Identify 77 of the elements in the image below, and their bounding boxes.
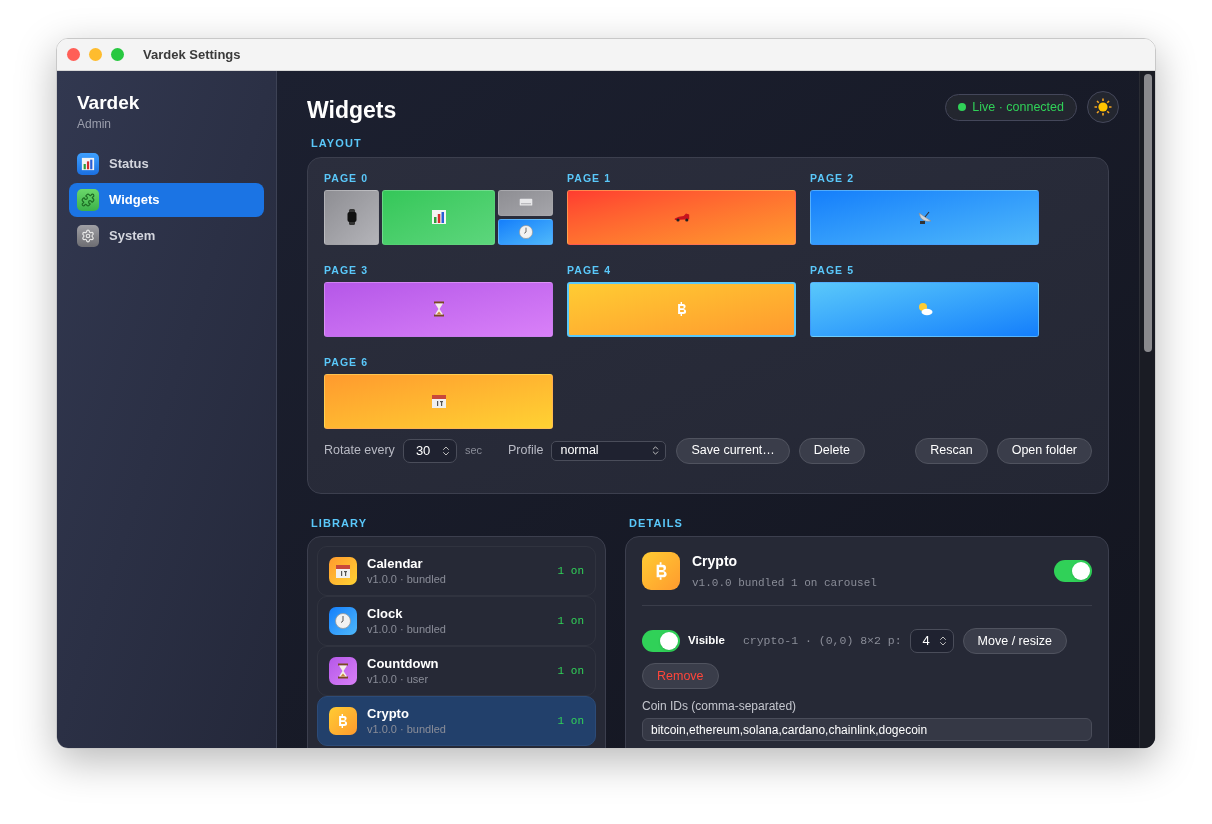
page-label: PAGE 5 <box>810 263 856 277</box>
profile-select[interactable]: normal <box>551 440 667 461</box>
instance-count: 1 on <box>557 613 584 629</box>
bar-chart-icon <box>430 209 447 225</box>
theme-toggle-button[interactable] <box>1087 91 1119 123</box>
profile-label: Profile <box>508 442 544 460</box>
app-name: Vardek <box>76 91 141 115</box>
library-item[interactable]: Calendar v1.0.0 · bundled 1 on <box>317 546 596 596</box>
bitcoin-icon <box>654 561 668 582</box>
widget-meta: v1.0.0 bundled 1 on carousel <box>692 576 878 591</box>
widget-meta: v1.0.0 · bundled <box>367 572 447 586</box>
gear-icon <box>77 225 99 247</box>
widget-name: Crypto <box>692 552 739 571</box>
instance-count: 1 on <box>557 713 584 729</box>
library-item[interactable]: Crypto v1.0.0 · bundled 1 on <box>317 696 596 746</box>
instance-count: 1 on <box>557 563 584 579</box>
widget-meta: v1.0.0 · bundled <box>367 722 447 736</box>
widget-name: Countdown <box>367 656 440 672</box>
connection-status: Live · connected <box>945 93 1077 121</box>
action-button[interactable]: Save current… <box>676 437 790 464</box>
widget-name: Calendar <box>367 556 424 572</box>
sun-icon <box>1094 98 1112 116</box>
unit-label: sec <box>464 443 482 459</box>
window-title: Vardek Settings <box>143 45 241 64</box>
user-role: Admin <box>76 116 112 133</box>
bitcoin-icon <box>337 713 349 729</box>
close-button[interactable] <box>67 48 80 61</box>
widget-tile[interactable] <box>567 281 796 337</box>
sidebar-item[interactable]: Widgets <box>69 183 264 217</box>
calendar-icon <box>430 393 447 409</box>
race-car-icon <box>673 212 690 222</box>
puzzle-icon <box>77 189 99 211</box>
widget-meta: v1.0.0 · bundled <box>367 622 447 636</box>
sidebar-item[interactable]: Status <box>69 147 264 181</box>
instance-info: crypto-1 · (0,0) 8×2 p: <box>742 633 902 650</box>
scrollbar[interactable] <box>1139 71 1155 748</box>
sidebar-item-label: System <box>109 227 156 246</box>
page-title: Widgets <box>307 95 397 125</box>
widget-name: Crypto <box>367 706 410 722</box>
bitcoin-icon <box>675 301 688 317</box>
sidebar-item-label: Status <box>109 155 149 174</box>
page-label: PAGE 6 <box>324 355 370 369</box>
widget-name: Clock <box>367 606 404 622</box>
section-heading: LIBRARY <box>311 515 369 531</box>
section-heading: LAYOUT <box>311 136 363 151</box>
page-label: PAGE 0 <box>324 171 370 185</box>
field-label: Coin IDs (comma-separated) <box>642 698 798 716</box>
visible-label: Visible <box>688 633 725 649</box>
satellite-dish-icon <box>916 209 933 225</box>
zoom-button[interactable] <box>111 48 124 61</box>
coin-ids-field[interactable]: bitcoin,ethereum,solana,cardano,chainlink,dogecoin <box>642 718 1092 742</box>
action-button[interactable]: Open folder <box>996 437 1092 464</box>
clock-icon <box>335 613 351 629</box>
move-resize-button[interactable]: Move / resize <box>962 627 1067 654</box>
section-heading: DETAILS <box>629 515 684 531</box>
priority-stepper[interactable]: 4 <box>909 628 954 653</box>
library-item[interactable]: Clock v1.0.0 · bundled 1 on <box>317 596 596 646</box>
sidebar-item[interactable]: System <box>69 219 264 253</box>
sidebar-item-label: Widgets <box>109 191 160 210</box>
page-label: PAGE 3 <box>324 263 370 277</box>
action-button[interactable]: Delete <box>798 437 865 464</box>
sun-cloud-icon <box>916 301 933 317</box>
rotate-interval-stepper[interactable]: 30 <box>402 438 457 463</box>
keyboard-icon <box>518 198 533 207</box>
clock-icon <box>518 224 533 239</box>
widget-meta: v1.0.0 · user <box>367 672 430 686</box>
calendar-icon <box>335 563 351 579</box>
instance-count: 1 on <box>557 663 584 679</box>
bar-chart-icon <box>77 153 99 175</box>
rotate-label: Rotate every <box>324 442 395 460</box>
hourglass-icon <box>335 663 351 679</box>
page-label: PAGE 2 <box>810 171 856 185</box>
visible-toggle[interactable] <box>642 629 680 652</box>
page-label: PAGE 4 <box>567 263 613 277</box>
page-label: PAGE 1 <box>567 171 613 185</box>
enabled-toggle[interactable] <box>1054 560 1092 583</box>
action-button[interactable]: Rescan <box>915 437 988 464</box>
